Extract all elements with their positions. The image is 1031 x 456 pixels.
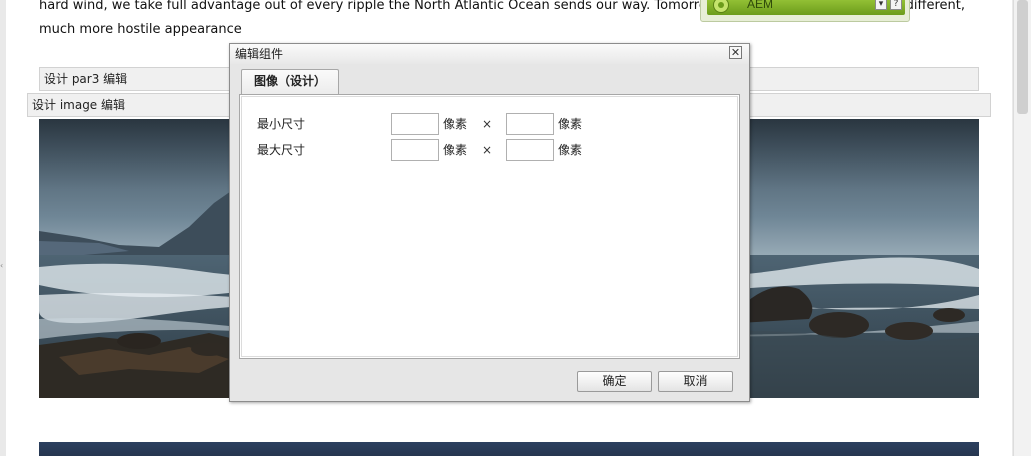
pixel-unit-label: 像素 [443,117,468,131]
help-icon[interactable]: ? [890,0,902,10]
sidekick-title: AEM [747,0,774,11]
min-height-input[interactable] [506,113,554,135]
cancel-button[interactable]: 取消 [658,371,733,392]
banner-strip [39,442,979,456]
ok-button[interactable]: 确定 [577,371,652,392]
close-icon[interactable]: ✕ [729,46,742,59]
scrollbar-thumb[interactable] [1017,0,1028,114]
max-height-input[interactable] [506,139,554,161]
chevron-down-icon[interactable]: ▾ [875,0,887,10]
chevron-left-icon: ‹ [0,261,4,270]
dialog-panel: 最小尺寸 像素 × 像素 最大尺寸 像素 × 像素 [239,94,740,359]
sidekick-header[interactable]: AEM ▾ ? [707,0,905,15]
page-scrollbar[interactable] [1013,0,1031,456]
dialog-header[interactable]: 编辑组件 ✕ [230,44,749,64]
min-size-label: 最小尺寸 [257,117,306,131]
min-width-input[interactable] [391,113,439,135]
dialog-title: 编辑组件 [235,47,284,61]
times-separator: × [482,143,493,157]
min-size-row: 最小尺寸 像素 × 像素 [257,112,717,136]
max-size-label: 最大尺寸 [257,143,306,157]
pixel-unit-label: 像素 [558,117,583,131]
times-separator: × [482,117,493,131]
max-size-row: 最大尺寸 像素 × 像素 [257,138,717,162]
aem-logo-icon [713,0,729,13]
tab-image-design[interactable]: 图像（设计） [241,69,339,94]
aem-sidekick[interactable]: AEM ▾ ? [700,0,910,22]
pixel-unit-label: 像素 [443,143,468,157]
edit-component-dialog: 编辑组件 ✕ 图像（设计） 最小尺寸 像素 × 像素 最大尺寸 像素 × 像素 … [229,43,750,402]
max-width-input[interactable] [391,139,439,161]
panel-body: 最小尺寸 像素 × 像素 最大尺寸 像素 × 像素 [241,96,738,357]
pixel-unit-label: 像素 [558,143,583,157]
